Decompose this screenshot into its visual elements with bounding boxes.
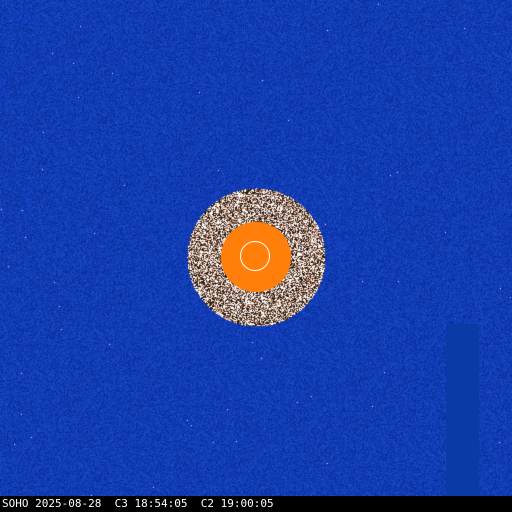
c3-time: 18:54:05 <box>134 497 188 510</box>
observatory-label: SOHO <box>2 497 29 510</box>
date-label: 2025-08-28 <box>35 497 102 510</box>
sun-limb-circle <box>240 241 270 271</box>
c2-time: 19:00:05 <box>220 497 274 510</box>
c3-label: C3 <box>114 497 128 510</box>
missing-data-block <box>446 324 479 496</box>
c2-label: C2 <box>200 497 214 510</box>
timestamp-footer: SOHO 2025-08-28 C3 18:54:05 C2 19:00:05 <box>0 496 512 512</box>
coronagraph-image <box>0 0 512 512</box>
